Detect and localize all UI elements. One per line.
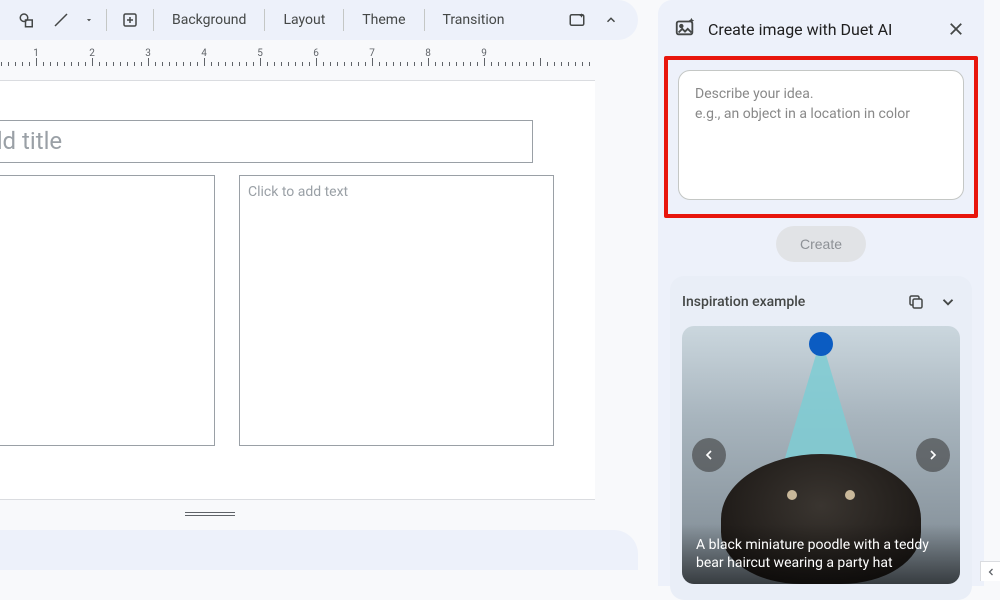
comment-icon[interactable] — [115, 5, 145, 35]
transition-button[interactable]: Transition — [433, 8, 515, 32]
content-placeholder-right[interactable]: Click to add text — [239, 175, 554, 446]
line-tool-icon[interactable] — [46, 5, 76, 35]
theme-button[interactable]: Theme — [352, 8, 415, 32]
create-button[interactable]: Create — [776, 226, 866, 262]
inspiration-card: Inspiration example A black miniature po… — [670, 276, 972, 600]
inspiration-title: Inspiration example — [682, 294, 896, 310]
inspiration-image: A black miniature poodle with a teddy be… — [682, 326, 960, 584]
ruler-number: 6 — [313, 48, 319, 59]
image-sparkle-icon — [674, 16, 696, 42]
collapse-toolbar-icon[interactable] — [596, 5, 626, 35]
ruler-number: 5 — [257, 48, 263, 59]
hide-side-panel-icon[interactable] — [980, 561, 1000, 581]
slide[interactable]: dd title Click to add text — [0, 80, 595, 500]
separator — [106, 9, 107, 31]
background-button[interactable]: Background — [162, 8, 256, 32]
panel-header: Create image with Duet AI — [670, 14, 972, 56]
ruler-number: 2 — [89, 48, 95, 59]
duet-ai-panel: Create image with Duet AI Create Inspira… — [658, 0, 984, 586]
separator — [264, 9, 265, 31]
ruler-number: 8 — [425, 48, 431, 59]
slide-canvas: dd title Click to add text — [0, 80, 638, 540]
panel-title: Create image with Duet AI — [708, 20, 932, 39]
ruler: 1 2 3 4 5 6 7 8 9 — [0, 48, 638, 66]
prev-example-icon[interactable] — [692, 438, 726, 472]
next-example-icon[interactable] — [916, 438, 950, 472]
inspiration-caption: A black miniature poodle with a teddy be… — [682, 524, 960, 584]
content-placeholder-left[interactable] — [0, 175, 215, 446]
title-placeholder[interactable]: dd title — [0, 120, 533, 163]
prompt-highlight — [664, 56, 978, 218]
ruler-number: 7 — [369, 48, 375, 59]
ruler-number: 9 — [481, 48, 487, 59]
close-icon[interactable] — [944, 17, 968, 41]
ruler-number: 1 — [33, 48, 39, 59]
bottom-bar — [0, 530, 638, 570]
line-dropdown-icon[interactable] — [80, 5, 98, 35]
layout-button[interactable]: Layout — [273, 8, 335, 32]
separator — [343, 9, 344, 31]
copy-icon[interactable] — [904, 290, 928, 314]
ruler-number: 4 — [201, 48, 207, 59]
chevron-down-icon[interactable] — [936, 290, 960, 314]
separator — [153, 9, 154, 31]
prompt-input[interactable] — [678, 70, 964, 200]
ruler-number: 3 — [145, 48, 151, 59]
speaker-notes-handle[interactable] — [185, 512, 235, 516]
toolbar: Background Layout Theme Transition — [0, 0, 638, 40]
image-sparkle-icon[interactable] — [562, 5, 592, 35]
separator — [424, 9, 425, 31]
shape-tool-icon[interactable] — [12, 5, 42, 35]
